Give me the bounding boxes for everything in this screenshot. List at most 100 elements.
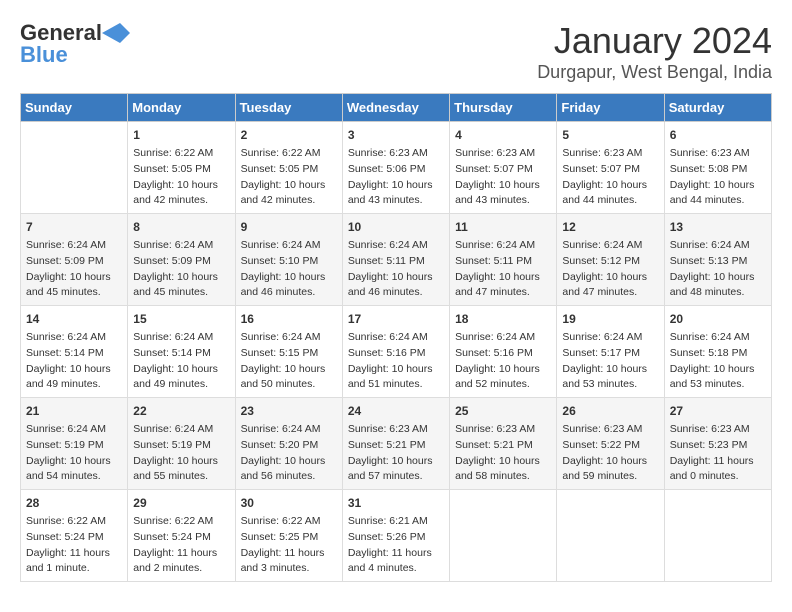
- day-info: and 54 minutes.: [26, 469, 122, 485]
- calendar-cell: 22Sunrise: 6:24 AMSunset: 5:19 PMDayligh…: [128, 398, 235, 490]
- day-info: Daylight: 10 hours: [133, 178, 229, 194]
- day-number: 13: [670, 218, 766, 236]
- calendar-cell: 23Sunrise: 6:24 AMSunset: 5:20 PMDayligh…: [235, 398, 342, 490]
- day-info: and 43 minutes.: [348, 193, 444, 209]
- day-info: Daylight: 11 hours: [26, 546, 122, 562]
- day-number: 11: [455, 218, 551, 236]
- calendar-cell: 1Sunrise: 6:22 AMSunset: 5:05 PMDaylight…: [128, 122, 235, 214]
- day-info: and 42 minutes.: [133, 193, 229, 209]
- day-info: Sunrise: 6:24 AM: [241, 422, 337, 438]
- calendar-cell: 28Sunrise: 6:22 AMSunset: 5:24 PMDayligh…: [21, 490, 128, 582]
- day-info: and 55 minutes.: [133, 469, 229, 485]
- logo: General Blue: [20, 20, 130, 68]
- day-info: Sunset: 5:09 PM: [133, 254, 229, 270]
- calendar-location: Durgapur, West Bengal, India: [537, 62, 772, 83]
- calendar-cell: [450, 490, 557, 582]
- day-info: and 50 minutes.: [241, 377, 337, 393]
- calendar-cell: 26Sunrise: 6:23 AMSunset: 5:22 PMDayligh…: [557, 398, 664, 490]
- day-info: Sunrise: 6:24 AM: [133, 238, 229, 254]
- day-number: 3: [348, 126, 444, 144]
- day-number: 22: [133, 402, 229, 420]
- header-sunday: Sunday: [21, 94, 128, 122]
- day-info: Sunset: 5:13 PM: [670, 254, 766, 270]
- day-info: and 58 minutes.: [455, 469, 551, 485]
- calendar-cell: 27Sunrise: 6:23 AMSunset: 5:23 PMDayligh…: [664, 398, 771, 490]
- day-info: Daylight: 11 hours: [133, 546, 229, 562]
- day-info: Sunset: 5:18 PM: [670, 346, 766, 362]
- day-info: and 47 minutes.: [562, 285, 658, 301]
- day-info: Daylight: 10 hours: [241, 178, 337, 194]
- day-info: Sunset: 5:22 PM: [562, 438, 658, 454]
- day-info: Daylight: 10 hours: [348, 362, 444, 378]
- day-info: Sunrise: 6:24 AM: [241, 330, 337, 346]
- day-info: Sunset: 5:09 PM: [26, 254, 122, 270]
- day-number: 17: [348, 310, 444, 328]
- day-info: Sunset: 5:19 PM: [133, 438, 229, 454]
- calendar-cell: 19Sunrise: 6:24 AMSunset: 5:17 PMDayligh…: [557, 306, 664, 398]
- calendar-table: Sunday Monday Tuesday Wednesday Thursday…: [20, 93, 772, 582]
- calendar-cell: 3Sunrise: 6:23 AMSunset: 5:06 PMDaylight…: [342, 122, 449, 214]
- day-info: Sunset: 5:19 PM: [26, 438, 122, 454]
- day-number: 18: [455, 310, 551, 328]
- day-number: 1: [133, 126, 229, 144]
- day-info: Sunrise: 6:22 AM: [241, 146, 337, 162]
- calendar-cell: 4Sunrise: 6:23 AMSunset: 5:07 PMDaylight…: [450, 122, 557, 214]
- day-number: 4: [455, 126, 551, 144]
- day-info: Daylight: 10 hours: [562, 362, 658, 378]
- title-block: January 2024 Durgapur, West Bengal, Indi…: [537, 20, 772, 83]
- calendar-week-5: 28Sunrise: 6:22 AMSunset: 5:24 PMDayligh…: [21, 490, 772, 582]
- day-info: Daylight: 10 hours: [348, 270, 444, 286]
- day-info: and 44 minutes.: [670, 193, 766, 209]
- calendar-cell: 25Sunrise: 6:23 AMSunset: 5:21 PMDayligh…: [450, 398, 557, 490]
- header-thursday: Thursday: [450, 94, 557, 122]
- day-info: Daylight: 10 hours: [562, 178, 658, 194]
- day-number: 20: [670, 310, 766, 328]
- day-info: Sunset: 5:15 PM: [241, 346, 337, 362]
- calendar-cell: 13 Sunrise: 6:24 AMSunset: 5:13 PMDayligh…: [664, 214, 771, 306]
- day-info: and 48 minutes.: [670, 285, 766, 301]
- calendar-cell: 17Sunrise: 6:24 AMSunset: 5:16 PMDayligh…: [342, 306, 449, 398]
- day-number: 31: [348, 494, 444, 512]
- day-info: Daylight: 11 hours: [670, 454, 766, 470]
- day-info: Sunrise: 6:22 AM: [133, 146, 229, 162]
- day-info: Sunrise: 6:24 AM: [670, 330, 766, 346]
- day-info: Sunrise: 6:24 AM: [241, 238, 337, 254]
- day-info: and 46 minutes.: [348, 285, 444, 301]
- day-info: Sunset: 5:24 PM: [26, 530, 122, 546]
- header-saturday: Saturday: [664, 94, 771, 122]
- day-info: Daylight: 10 hours: [670, 270, 766, 286]
- day-info: Sunset: 5:12 PM: [562, 254, 658, 270]
- day-info: Sunset: 5:20 PM: [241, 438, 337, 454]
- day-info: Sunrise: 6:24 AM: [348, 330, 444, 346]
- day-info: Sunrise: 6:24 AM: [133, 330, 229, 346]
- day-info: Daylight: 11 hours: [241, 546, 337, 562]
- day-info: Sunrise: 6:23 AM: [670, 422, 766, 438]
- day-info: Sunrise: 6:23 AM: [562, 422, 658, 438]
- day-info: Sunrise: 6:24 AM: [670, 238, 766, 254]
- calendar-cell: 5Sunrise: 6:23 AMSunset: 5:07 PMDaylight…: [557, 122, 664, 214]
- day-info: Daylight: 10 hours: [455, 362, 551, 378]
- calendar-cell: 2Sunrise: 6:22 AMSunset: 5:05 PMDaylight…: [235, 122, 342, 214]
- day-info: Sunset: 5:16 PM: [455, 346, 551, 362]
- calendar-cell: 20Sunrise: 6:24 AMSunset: 5:18 PMDayligh…: [664, 306, 771, 398]
- day-info: Sunrise: 6:24 AM: [562, 330, 658, 346]
- day-info: and 49 minutes.: [133, 377, 229, 393]
- day-info: Sunrise: 6:23 AM: [455, 422, 551, 438]
- calendar-week-3: 14Sunrise: 6:24 AMSunset: 5:14 PMDayligh…: [21, 306, 772, 398]
- day-info: Daylight: 10 hours: [348, 178, 444, 194]
- day-info: and 53 minutes.: [562, 377, 658, 393]
- day-info: and 52 minutes.: [455, 377, 551, 393]
- logo-arrow-icon: [102, 23, 130, 43]
- calendar-week-2: 7Sunrise: 6:24 AMSunset: 5:09 PMDaylight…: [21, 214, 772, 306]
- calendar-cell: 16Sunrise: 6:24 AMSunset: 5:15 PMDayligh…: [235, 306, 342, 398]
- day-info: Sunrise: 6:23 AM: [455, 146, 551, 162]
- day-info: Sunset: 5:14 PM: [26, 346, 122, 362]
- day-info: and 2 minutes.: [133, 561, 229, 577]
- day-info: and 45 minutes.: [26, 285, 122, 301]
- day-number: 5: [562, 126, 658, 144]
- day-info: Sunset: 5:14 PM: [133, 346, 229, 362]
- day-info: Daylight: 11 hours: [348, 546, 444, 562]
- day-number: 12: [562, 218, 658, 236]
- day-number: 8: [133, 218, 229, 236]
- calendar-title: January 2024: [537, 20, 772, 62]
